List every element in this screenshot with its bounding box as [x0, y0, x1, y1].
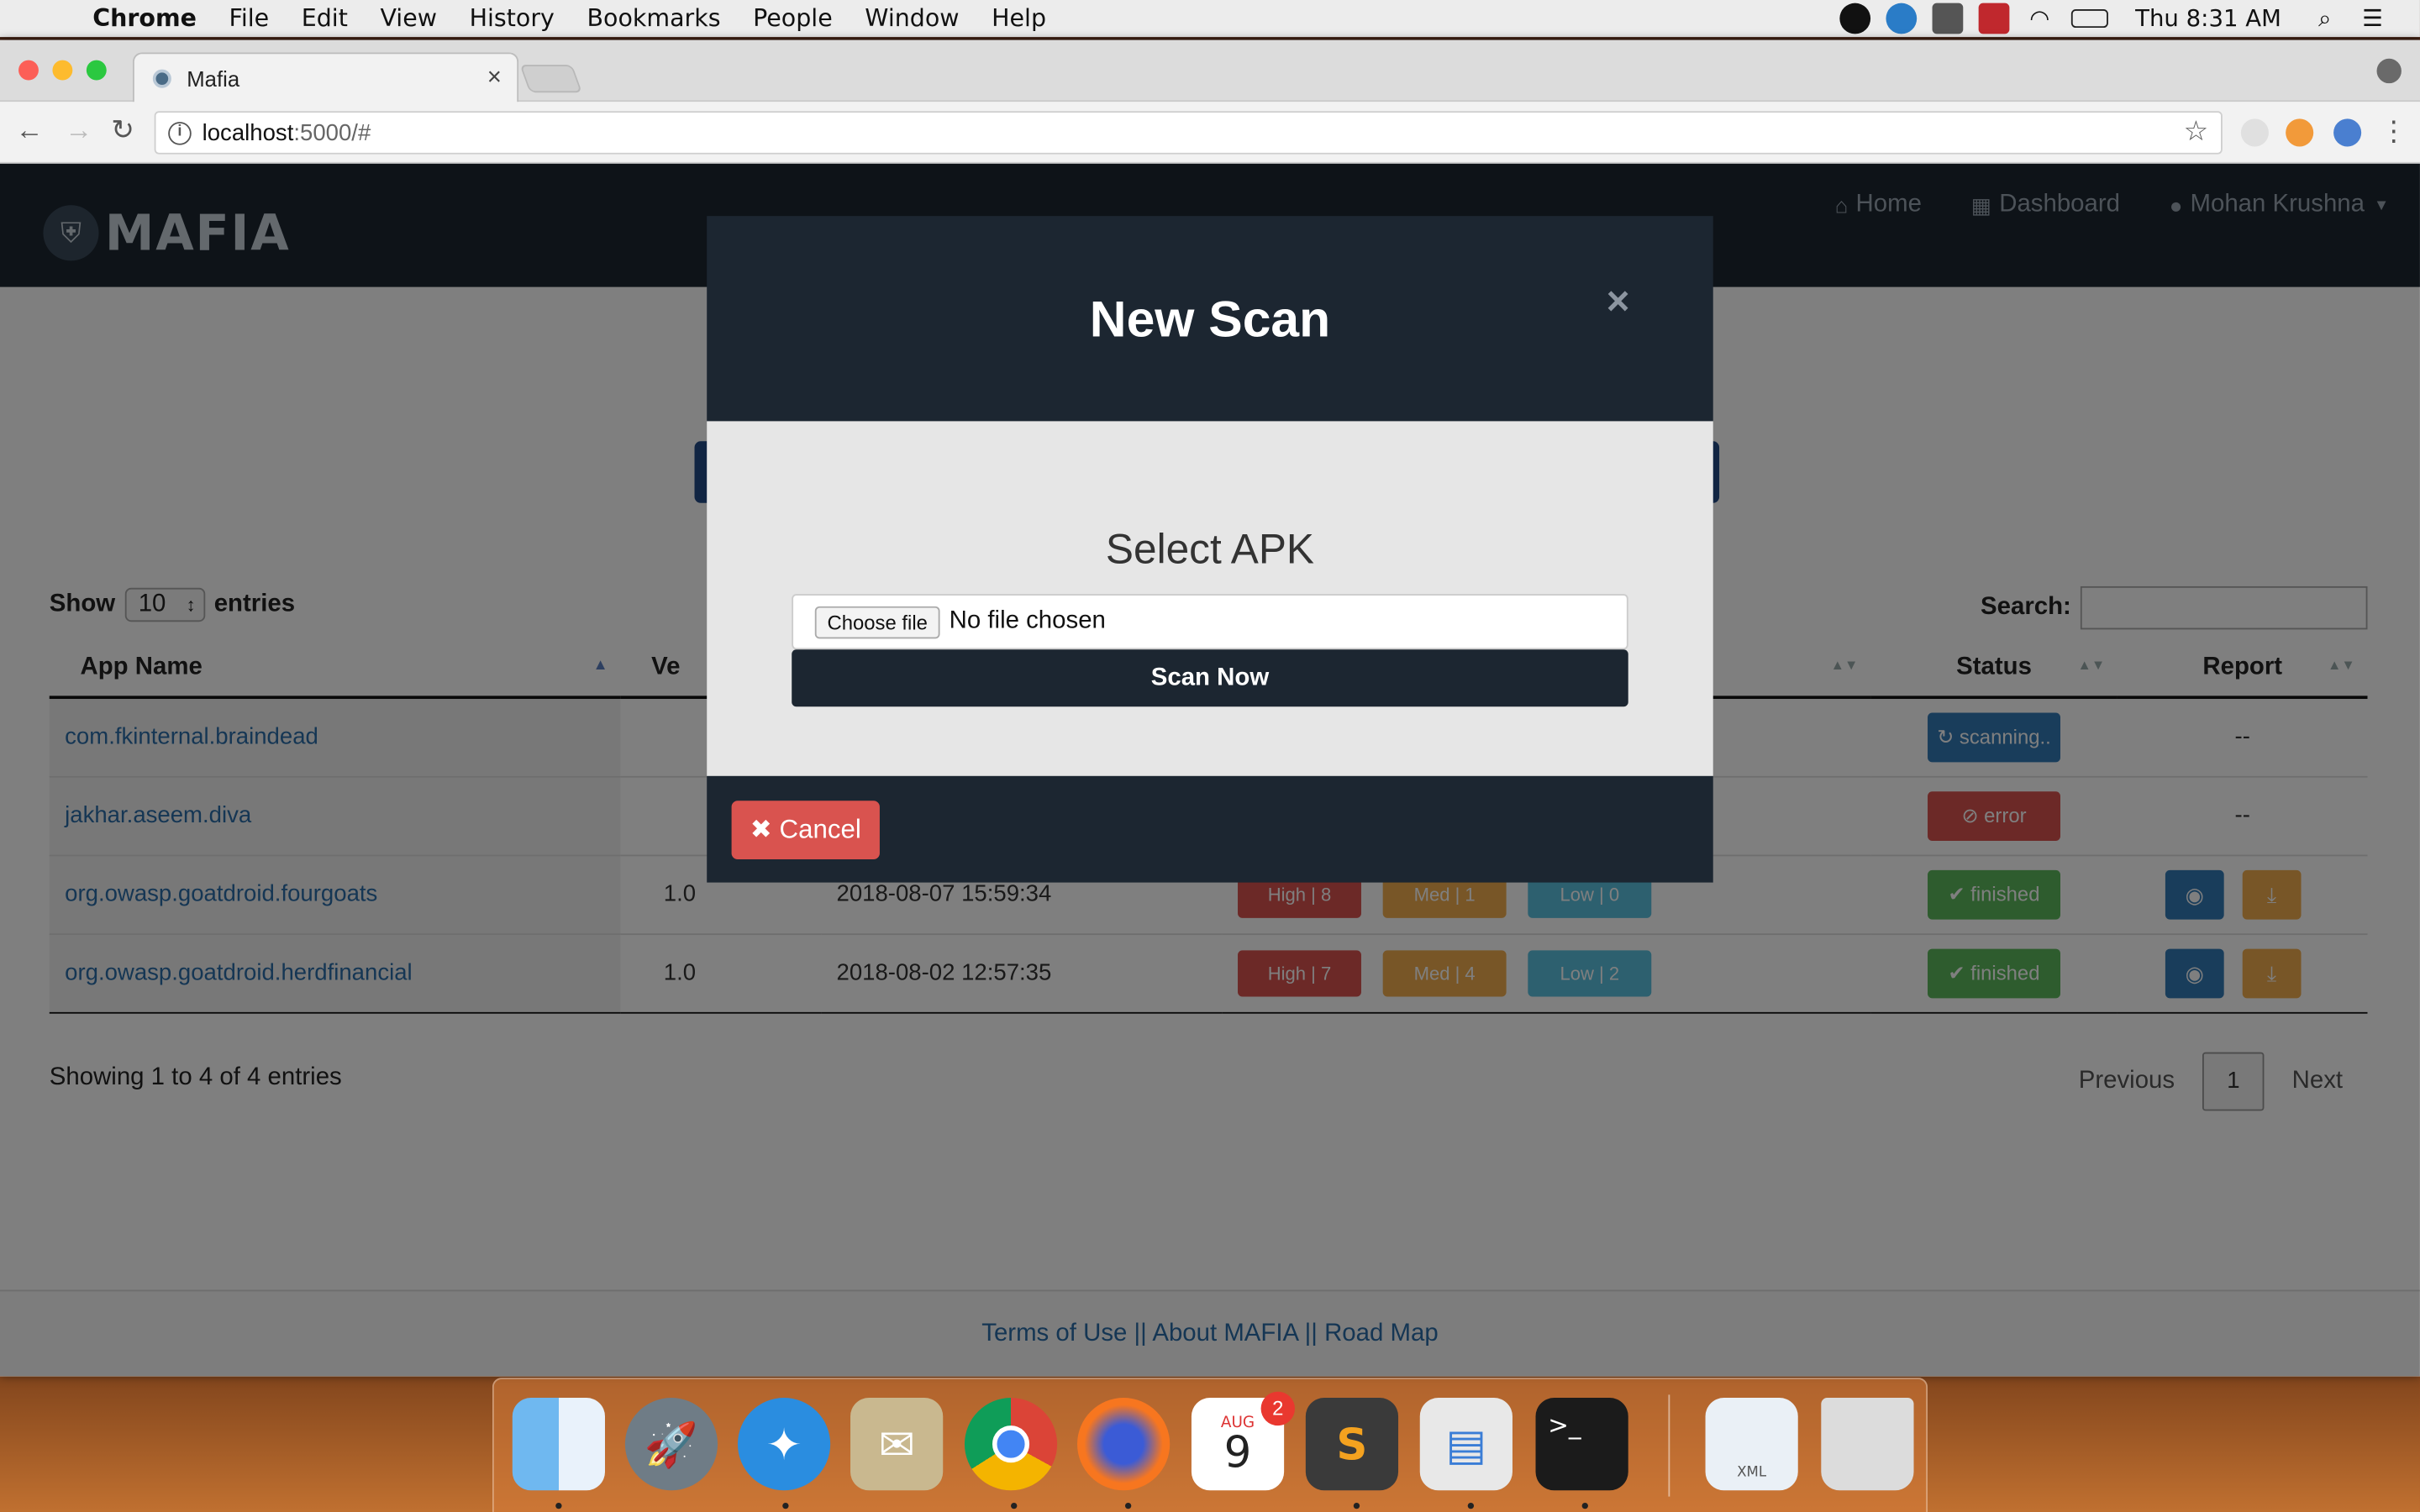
menu-view[interactable]: View — [380, 5, 437, 33]
terminal-icon[interactable]: >_ — [1535, 1398, 1628, 1491]
scan-now-button[interactable]: Scan Now — [792, 649, 1628, 707]
calendar-day: 9 — [1223, 1426, 1252, 1478]
close-icon[interactable]: × — [1607, 278, 1630, 326]
profile-icon[interactable] — [2376, 58, 2402, 84]
calendar-badge: 2 — [1260, 1391, 1295, 1426]
menu-window[interactable]: Window — [865, 5, 959, 33]
finder-icon[interactable] — [512, 1398, 605, 1491]
clock[interactable]: Thu 8:31 AM — [2135, 5, 2281, 33]
mac-dock: 🚀 ✦ ✉ AUG 9 2 S ▤ >_ XML — [492, 1378, 1928, 1512]
modal-title: New Scan — [1089, 290, 1331, 348]
xml-label: XML — [1737, 1465, 1767, 1482]
running-indicator — [1011, 1502, 1018, 1509]
wifi-icon[interactable]: ◠ — [2024, 3, 2055, 34]
cancel-button[interactable]: ✖ Cancel — [731, 801, 880, 860]
new-scan-modal: New Scan × Select APK Choose file No fil… — [707, 216, 1713, 883]
menu-history[interactable]: History — [470, 5, 555, 33]
dock-separator — [1668, 1394, 1670, 1497]
extension-icon[interactable] — [2240, 118, 2269, 147]
menu-help[interactable]: Help — [992, 5, 1046, 33]
sublime-text-icon[interactable]: S — [1305, 1398, 1399, 1491]
reload-icon[interactable]: ↻ — [111, 114, 134, 147]
favicon-icon — [152, 69, 171, 88]
file-status: No file chosen — [949, 607, 1106, 634]
modal-body: Select APK Choose file No file chosen Sc… — [707, 421, 1713, 776]
back-icon[interactable]: ← — [15, 114, 43, 147]
menu-bookmarks[interactable]: Bookmarks — [587, 5, 720, 33]
tab-strip: Mafia × — [0, 39, 2420, 104]
minimize-window-button[interactable] — [52, 60, 73, 81]
url-host: localhost — [202, 119, 294, 146]
firefox-icon[interactable] — [1077, 1398, 1171, 1491]
mail-icon[interactable]: ✉ — [850, 1398, 944, 1491]
menu-edit[interactable]: Edit — [302, 5, 348, 33]
menu-file[interactable]: File — [229, 5, 270, 33]
notification-center-icon[interactable]: ☰ — [2362, 5, 2383, 33]
close-window-button[interactable] — [18, 60, 39, 81]
running-indicator — [555, 1502, 562, 1509]
screen: Chrome File Edit View History Bookmarks … — [0, 0, 2420, 1512]
tab-mafia[interactable]: Mafia × — [132, 52, 519, 104]
choose-file-button[interactable]: Choose file — [814, 605, 940, 638]
battery-icon[interactable] — [2070, 9, 2108, 29]
skype-icon[interactable] — [1839, 3, 1870, 34]
address-bar[interactable]: i localhost:5000/# ☆ — [154, 111, 2223, 155]
trash-icon[interactable] — [1821, 1398, 1914, 1491]
mcafee-icon[interactable] — [1977, 3, 2009, 34]
mac-menubar: Chrome File Edit View History Bookmarks … — [0, 0, 2420, 38]
modal-footer: ✖ Cancel — [707, 775, 1713, 883]
keynote-icon[interactable]: ▤ — [1419, 1398, 1512, 1491]
safari-icon[interactable]: ✦ — [737, 1398, 831, 1491]
apple-icon[interactable] — [34, 5, 61, 33]
extension-icon[interactable] — [2286, 118, 2314, 147]
apk-file-input[interactable]: Choose file No file chosen — [792, 594, 1628, 650]
modal-header: New Scan × — [707, 216, 1713, 422]
launchpad-icon[interactable]: 🚀 — [624, 1398, 718, 1491]
running-indicator — [1353, 1502, 1360, 1509]
chrome-menu-icon[interactable]: ⋮ — [2380, 116, 2407, 149]
window-controls — [18, 60, 120, 81]
tab-title: Mafia — [187, 66, 240, 92]
status-menus: ◠ Thu 8:31 AM ⌕ ☰ — [1839, 0, 2419, 37]
select-apk-label: Select APK — [1105, 526, 1315, 573]
browser-toolbar: ← → ↻ i localhost:5000/# ☆ ⋮ — [0, 102, 2420, 164]
url-path: :5000/# — [293, 119, 371, 146]
running-indicator — [782, 1502, 789, 1509]
zoom-window-button[interactable] — [86, 60, 107, 81]
docker-icon[interactable] — [1931, 3, 1963, 34]
running-indicator — [1581, 1502, 1588, 1509]
forward-icon[interactable]: → — [65, 114, 92, 147]
app-status-icon[interactable] — [1885, 3, 1917, 34]
bookmark-star-icon[interactable]: ☆ — [2184, 116, 2209, 149]
new-tab-button[interactable] — [519, 65, 582, 93]
info-icon[interactable]: i — [168, 121, 192, 144]
spotlight-icon[interactable]: ⌕ — [2318, 5, 2331, 33]
extension-icon[interactable] — [2333, 118, 2362, 147]
xml-file-icon[interactable]: XML — [1705, 1398, 1798, 1491]
chrome-icon[interactable] — [964, 1398, 1058, 1491]
running-indicator — [1467, 1502, 1475, 1509]
menu-people[interactable]: People — [753, 5, 833, 33]
running-indicator — [1124, 1502, 1132, 1509]
close-tab-icon[interactable]: × — [487, 65, 502, 92]
menu-app-name[interactable]: Chrome — [92, 5, 197, 33]
